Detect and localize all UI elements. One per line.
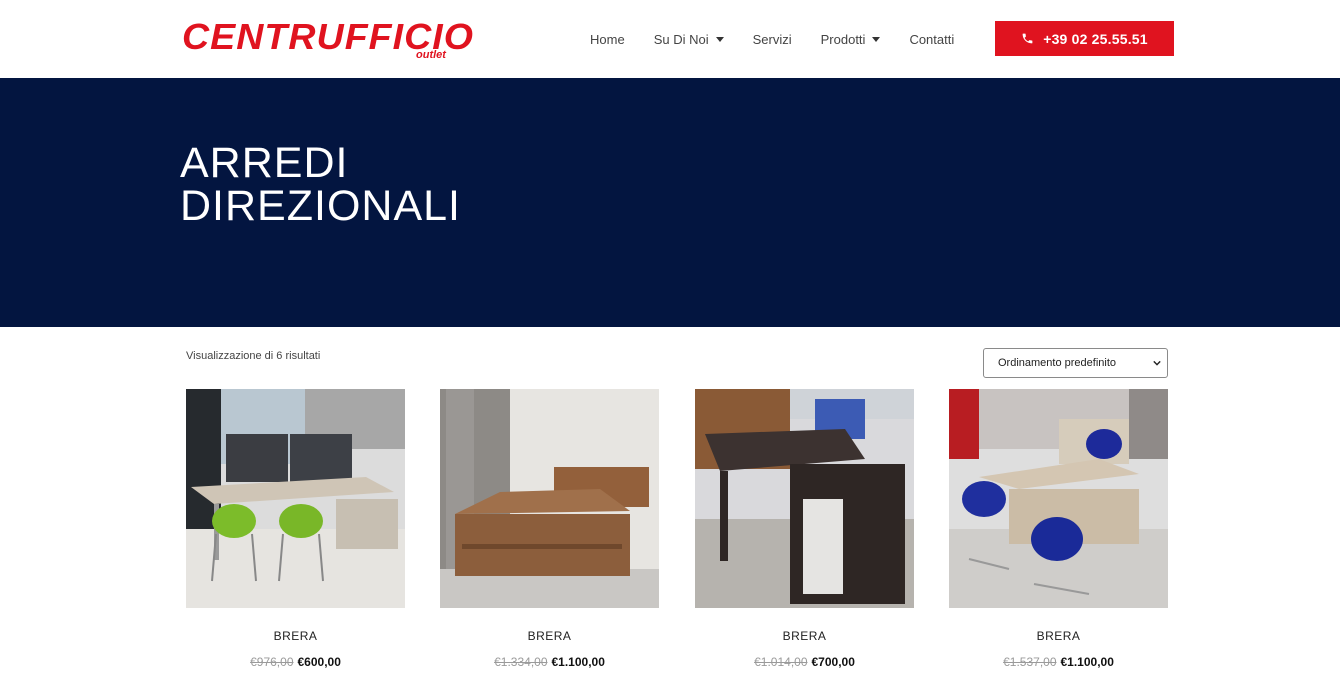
product-sale-price: €1.100,00 (551, 655, 605, 669)
product-name[interactable]: BRERA (695, 629, 914, 643)
product-price: €976,00 €600,00 (186, 655, 405, 669)
product-card: BRERA €1.537,00 €1.100,00 (949, 389, 1168, 689)
nav-servizi[interactable]: Servizi (753, 32, 792, 47)
result-count: Visualizzazione di 6 risultati (186, 350, 321, 362)
product-price: €1.537,00 €1.100,00 (949, 655, 1168, 669)
sort-select[interactable]: Ordinamento predefinito (983, 348, 1168, 378)
product-image[interactable] (949, 389, 1168, 608)
page-title-line1: ARREDI (180, 139, 349, 187)
product-sale-price: €700,00 (811, 655, 855, 669)
svg-text:outlet: outlet (416, 49, 447, 60)
phone-number: +39 02 25.55.51 (1043, 30, 1148, 47)
product-name[interactable]: BRERA (949, 629, 1168, 643)
product-old-price: €1.334,00 (494, 655, 548, 669)
nav-contatti[interactable]: Contatti (909, 32, 954, 47)
product-old-price: €1.537,00 (1003, 655, 1057, 669)
caret-down-icon (872, 37, 881, 42)
phone-button[interactable]: +39 02 25.55.51 (995, 21, 1174, 56)
nav-contatti-label: Contatti (909, 31, 955, 47)
chevron-down-icon (1153, 360, 1161, 366)
product-price: €1.334,00 €1.100,00 (440, 655, 659, 669)
nav-home[interactable]: Home (590, 32, 625, 47)
phone-icon (1022, 33, 1033, 44)
product-sale-price: €1.100,00 (1060, 655, 1114, 669)
product-sale-price: €600,00 (297, 655, 341, 669)
product-grid: BRERA €976,00 €600,00 BRERA €1.334,00 €1.1… (186, 389, 1168, 689)
nav-home-label: Home (590, 31, 625, 47)
product-card: BRERA €976,00 €600,00 (186, 389, 405, 689)
nav-su-di-noi-label: Su Di Noi (653, 31, 709, 47)
product-card: BRERA €1.014,00 €700,00 (695, 389, 914, 689)
product-old-price: €976,00 (250, 655, 294, 669)
sort-select-value: Ordinamento predefinito (998, 357, 1117, 369)
nav-prodotti[interactable]: Prodotti (821, 32, 881, 47)
caret-down-icon (715, 37, 724, 42)
page-title: ARREDI DIREZIONALI (180, 142, 680, 228)
hero-banner: ARREDI DIREZIONALI (0, 78, 1340, 327)
nav-servizi-label: Servizi (752, 31, 792, 47)
nav-su-di-noi[interactable]: Su Di Noi (654, 32, 724, 47)
product-image[interactable] (186, 389, 405, 608)
page-title-line2: DIREZIONALI (180, 182, 461, 230)
product-name[interactable]: BRERA (186, 629, 405, 643)
product-card: BRERA €1.334,00 €1.100,00 (440, 389, 659, 689)
product-name[interactable]: BRERA (440, 629, 659, 643)
product-old-price: €1.014,00 (754, 655, 808, 669)
product-price: €1.014,00 €700,00 (695, 655, 914, 669)
site-header: CENTRUFFICIO outlet Home Su Di Noi Servi… (0, 0, 1340, 78)
nav-prodotti-label: Prodotti (820, 31, 866, 47)
product-image[interactable] (695, 389, 914, 608)
centrufficio-logo[interactable]: CENTRUFFICIO outlet (180, 16, 478, 61)
product-image[interactable] (440, 389, 659, 608)
main-nav: Home Su Di Noi Servizi Prodotti Contatti (590, 29, 954, 49)
